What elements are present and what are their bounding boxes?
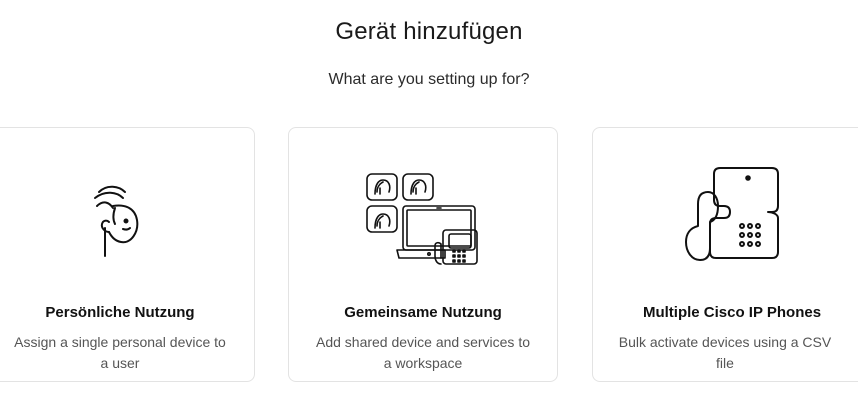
ip-phone-icon [593, 166, 858, 270]
option-card-ip-phones[interactable]: Multiple Cisco IP Phones Bulk activate d… [592, 127, 858, 382]
option-description-shared: Add shared device and services to a work… [315, 334, 530, 371]
option-card-personal[interactable]: Persönliche Nutzung Assign a single pers… [0, 127, 255, 382]
option-title-shared: Gemeinsame Nutzung [344, 304, 502, 321]
page-subtitle: What are you setting up for? [328, 71, 530, 88]
option-card-shared[interactable]: Gemeinsame Nutzung Add shared device and… [288, 127, 558, 382]
page-title: Gerät hinzufügen [335, 18, 523, 45]
option-description-personal: Assign a single personal device to a use… [14, 334, 226, 371]
person-head-icon [0, 166, 254, 270]
shared-devices-icon [289, 166, 557, 270]
option-title-ip-phones: Multiple Cisco IP Phones [642, 304, 822, 321]
option-description-ip-phones: Bulk activate devices using a CSV file [618, 334, 832, 371]
option-title-personal: Persönliche Nutzung [45, 304, 195, 321]
